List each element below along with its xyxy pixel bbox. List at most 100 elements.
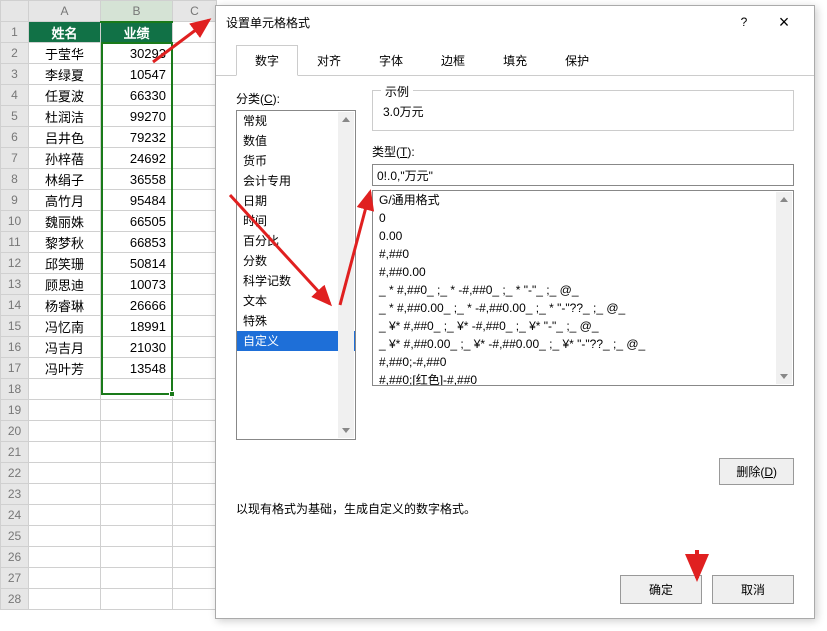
row-header[interactable]: 4 bbox=[1, 85, 29, 106]
cell[interactable]: 30293 bbox=[101, 43, 173, 64]
format-item[interactable]: 0 bbox=[373, 209, 793, 227]
row-header[interactable]: 8 bbox=[1, 169, 29, 190]
cell[interactable]: 冯叶芳 bbox=[29, 358, 101, 379]
cell[interactable] bbox=[101, 442, 173, 463]
cell[interactable] bbox=[173, 43, 217, 64]
cell[interactable]: 24692 bbox=[101, 148, 173, 169]
cell[interactable]: 66853 bbox=[101, 232, 173, 253]
format-item[interactable]: _ * #,##0.00_ ;_ * -#,##0.00_ ;_ * "-"??… bbox=[373, 299, 793, 317]
cell[interactable]: 姓名 bbox=[29, 22, 101, 43]
format-item[interactable]: _ ¥* #,##0_ ;_ ¥* -#,##0_ ;_ ¥* "-"_ ;_ … bbox=[373, 317, 793, 335]
cancel-button[interactable]: 取消 bbox=[712, 575, 794, 604]
cell[interactable] bbox=[101, 505, 173, 526]
cell[interactable] bbox=[173, 505, 217, 526]
cell[interactable] bbox=[101, 400, 173, 421]
cell[interactable] bbox=[173, 295, 217, 316]
format-item[interactable]: #,##0;-#,##0 bbox=[373, 353, 793, 371]
row-header[interactable]: 11 bbox=[1, 232, 29, 253]
format-item[interactable]: 0.00 bbox=[373, 227, 793, 245]
row-header[interactable]: 25 bbox=[1, 526, 29, 547]
cell[interactable] bbox=[29, 379, 101, 400]
cell[interactable]: 冯吉月 bbox=[29, 337, 101, 358]
ok-button[interactable]: 确定 bbox=[620, 575, 702, 604]
tab-font[interactable]: 字体 bbox=[360, 45, 422, 76]
cell[interactable] bbox=[173, 568, 217, 589]
cell[interactable] bbox=[173, 106, 217, 127]
row-header[interactable]: 10 bbox=[1, 211, 29, 232]
cell[interactable] bbox=[173, 274, 217, 295]
cell[interactable]: 顾思迪 bbox=[29, 274, 101, 295]
cell[interactable] bbox=[29, 442, 101, 463]
cell[interactable]: 黎梦秋 bbox=[29, 232, 101, 253]
cell[interactable]: 10547 bbox=[101, 64, 173, 85]
cell[interactable] bbox=[101, 526, 173, 547]
tab-alignment[interactable]: 对齐 bbox=[298, 45, 360, 76]
cell[interactable]: 13548 bbox=[101, 358, 173, 379]
cell[interactable] bbox=[173, 421, 217, 442]
row-header[interactable]: 20 bbox=[1, 421, 29, 442]
col-header-b[interactable]: B bbox=[101, 1, 173, 22]
cell[interactable]: 杨睿琳 bbox=[29, 295, 101, 316]
cell[interactable] bbox=[101, 589, 173, 610]
cell[interactable]: 95484 bbox=[101, 190, 173, 211]
cell[interactable] bbox=[29, 484, 101, 505]
row-header[interactable]: 17 bbox=[1, 358, 29, 379]
cell[interactable] bbox=[173, 379, 217, 400]
cell[interactable]: 50814 bbox=[101, 253, 173, 274]
row-header[interactable]: 12 bbox=[1, 253, 29, 274]
cell[interactable] bbox=[173, 484, 217, 505]
delete-button[interactable]: 删除(D) bbox=[719, 458, 794, 485]
row-header[interactable]: 18 bbox=[1, 379, 29, 400]
cell[interactable] bbox=[173, 211, 217, 232]
scrollbar[interactable] bbox=[338, 112, 354, 438]
cell[interactable]: 业绩 bbox=[101, 22, 173, 43]
cell[interactable]: 任夏波 bbox=[29, 85, 101, 106]
row-header[interactable]: 5 bbox=[1, 106, 29, 127]
col-header-c[interactable]: C bbox=[173, 1, 217, 22]
type-input[interactable] bbox=[372, 164, 794, 186]
cell[interactable] bbox=[173, 589, 217, 610]
row-header[interactable]: 26 bbox=[1, 547, 29, 568]
category-list[interactable]: 常规数值货币会计专用日期时间百分比分数科学记数文本特殊自定义 bbox=[236, 110, 356, 440]
help-button[interactable]: ? bbox=[724, 8, 764, 36]
cell[interactable]: 66330 bbox=[101, 85, 173, 106]
cell[interactable] bbox=[173, 400, 217, 421]
cell[interactable]: 林绢子 bbox=[29, 169, 101, 190]
row-header[interactable]: 9 bbox=[1, 190, 29, 211]
cell[interactable] bbox=[173, 127, 217, 148]
col-header-a[interactable]: A bbox=[29, 1, 101, 22]
cell[interactable] bbox=[101, 568, 173, 589]
row-header[interactable]: 16 bbox=[1, 337, 29, 358]
dialog-titlebar[interactable]: 设置单元格格式 ? × bbox=[216, 6, 814, 38]
tab-fill[interactable]: 填充 bbox=[484, 45, 546, 76]
row-header[interactable]: 27 bbox=[1, 568, 29, 589]
cell[interactable]: 21030 bbox=[101, 337, 173, 358]
cell[interactable] bbox=[173, 316, 217, 337]
cell[interactable] bbox=[101, 421, 173, 442]
cell[interactable] bbox=[173, 463, 217, 484]
cell[interactable] bbox=[101, 463, 173, 484]
cell[interactable] bbox=[173, 22, 217, 43]
cell[interactable] bbox=[173, 85, 217, 106]
cell[interactable] bbox=[173, 337, 217, 358]
tab-border[interactable]: 边框 bbox=[422, 45, 484, 76]
cell[interactable]: 邱笑珊 bbox=[29, 253, 101, 274]
close-button[interactable]: × bbox=[764, 8, 804, 36]
fill-handle[interactable] bbox=[169, 391, 175, 397]
cell[interactable] bbox=[29, 421, 101, 442]
cell[interactable] bbox=[29, 505, 101, 526]
cell[interactable] bbox=[29, 526, 101, 547]
cell[interactable] bbox=[173, 442, 217, 463]
row-header[interactable]: 14 bbox=[1, 295, 29, 316]
tab-protection[interactable]: 保护 bbox=[546, 45, 608, 76]
format-list[interactable]: G/通用格式00.00#,##0#,##0.00_ * #,##0_ ;_ * … bbox=[372, 190, 794, 386]
cell[interactable]: 于莹华 bbox=[29, 43, 101, 64]
row-header[interactable]: 6 bbox=[1, 127, 29, 148]
cell[interactable] bbox=[173, 190, 217, 211]
row-header[interactable]: 24 bbox=[1, 505, 29, 526]
cell[interactable]: 10073 bbox=[101, 274, 173, 295]
cell[interactable] bbox=[29, 568, 101, 589]
cell[interactable]: 66505 bbox=[101, 211, 173, 232]
cell[interactable]: 79232 bbox=[101, 127, 173, 148]
row-header[interactable]: 28 bbox=[1, 589, 29, 610]
